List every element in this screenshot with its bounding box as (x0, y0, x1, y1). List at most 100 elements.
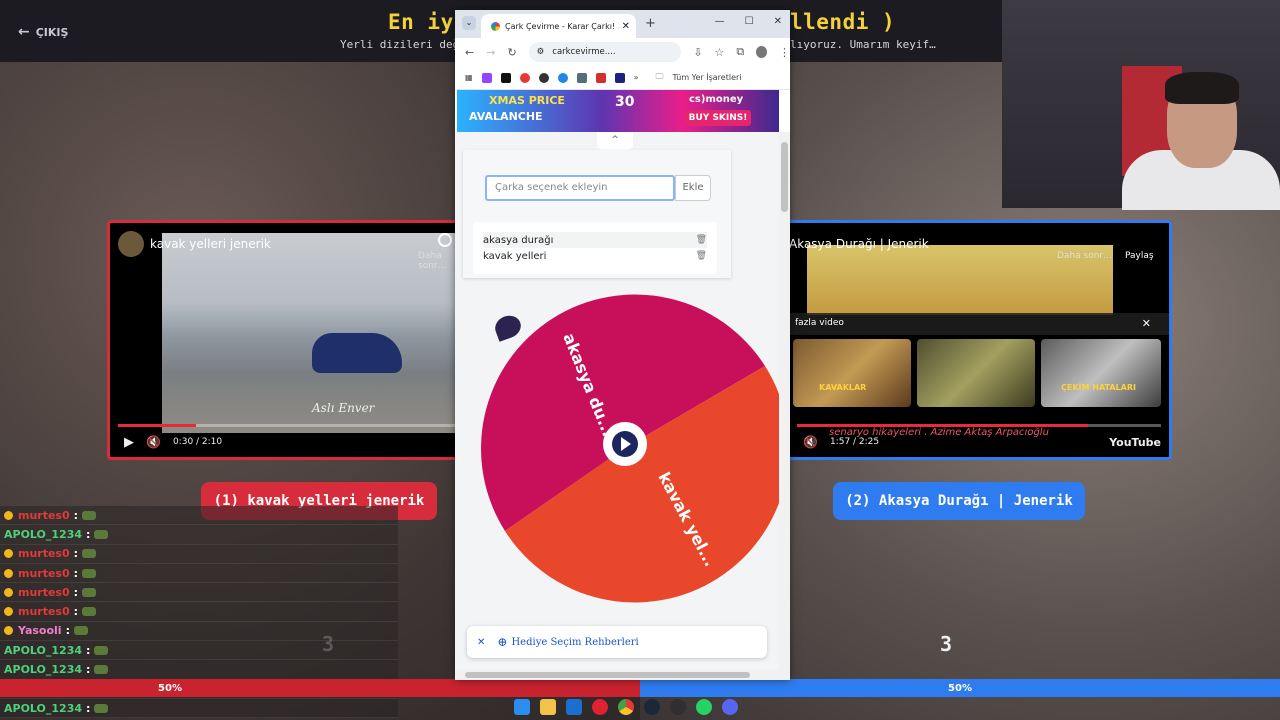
gift-guide-label[interactable]: Hediye Seçim Rehberleri (511, 637, 638, 648)
minimize-icon[interactable]: — (715, 16, 725, 27)
chat-badge-icon (4, 549, 13, 559)
steam-icon[interactable] (644, 699, 660, 715)
collapse-icon[interactable]: ^ (597, 132, 633, 150)
chrome-icon[interactable] (618, 699, 634, 715)
list-item[interactable]: kavak yelleri 🗑 (483, 248, 707, 264)
windows-start-icon[interactable] (514, 699, 530, 715)
right-video-player[interactable]: Akasya Durağı | Jenerik Daha sonr… Payla… (786, 220, 1172, 460)
discord-icon[interactable] (722, 699, 738, 715)
option-label: kavak yelleri (483, 250, 547, 262)
list-item[interactable]: akasya durağı 🗑 (483, 232, 707, 248)
exit-button[interactable]: ← ÇIKIŞ (18, 24, 68, 40)
whatsapp-icon[interactable] (696, 699, 712, 715)
close-window-icon[interactable]: ✕ (774, 16, 782, 27)
ad-cta-button[interactable]: BUY SKINS! (685, 110, 751, 126)
mute-icon[interactable]: 🔇 (146, 435, 161, 449)
bookmark-icon-7[interactable] (595, 72, 606, 83)
mute-icon[interactable]: 🔇 (803, 435, 818, 449)
bookmark-icon-6[interactable] (576, 72, 587, 83)
back-icon[interactable]: ← (465, 46, 474, 59)
close-icon[interactable]: ✕ (477, 637, 485, 648)
emote-icon (82, 587, 97, 597)
left-video-player[interactable]: Aslı Enver kavak yelleri jenerik Daha so… (107, 220, 467, 460)
share-label[interactable]: Paylaş (1125, 251, 1154, 261)
clock-icon[interactable] (438, 233, 452, 247)
emote-icon (82, 568, 97, 578)
extensions-icon[interactable]: ⧉ (736, 45, 744, 59)
wheel-option-input[interactable]: Çarka seçenek ekleyin (485, 175, 675, 201)
site-info-icon[interactable]: ⚙ (537, 47, 545, 57)
choice-2-label[interactable]: (2) Akasya Durağı | Jenerik (833, 482, 1085, 520)
add-option-button[interactable]: Ekle (675, 175, 711, 201)
chat-separator: : (73, 566, 79, 580)
horizontal-scrollbar[interactable] (455, 670, 779, 680)
chat-username[interactable]: murtes0 (18, 547, 70, 560)
suggested-video-3[interactable]: ÇEKİM HATALARI (1041, 339, 1161, 407)
kick-bookmark-icon[interactable] (500, 72, 511, 83)
chat-row: APOLO_1234: (0, 641, 398, 661)
reload-icon[interactable]: ↻ (507, 46, 516, 59)
more-videos-bar: fazla video ✕ (789, 313, 1169, 335)
new-tab-icon[interactable]: + (645, 16, 656, 31)
obs-icon[interactable] (670, 699, 686, 715)
chat-username[interactable]: APOLO_1234 (4, 663, 82, 676)
chat-username[interactable]: murtes0 (18, 605, 70, 618)
left-video-frame: Aslı Enver (162, 233, 462, 433)
vertical-scrollbar[interactable] (779, 132, 790, 680)
address-bar[interactable]: ⚙ carkcevirme.... (528, 42, 682, 62)
opera-icon[interactable] (592, 699, 608, 715)
play-icon[interactable]: ▶ (124, 435, 134, 450)
chat-username[interactable]: murtes0 (18, 567, 70, 580)
gift-guide-bar[interactable]: ✕ ⊕ Hediye Seçim Rehberleri (467, 626, 767, 658)
bookmark-star-icon[interactable]: ☆ (715, 46, 725, 59)
menu-icon[interactable]: ⋮ (779, 46, 790, 59)
horizontal-scroll-thumb[interactable] (465, 672, 750, 678)
chat-username[interactable]: APOLO_1234 (4, 644, 82, 657)
chat-username[interactable]: murtes0 (18, 586, 70, 599)
spin-wheel[interactable]: akasya du... kavak yel... (465, 288, 779, 608)
twitch-bookmark-icon[interactable] (481, 72, 492, 83)
suggested-video-2[interactable] (917, 339, 1035, 407)
delete-icon[interactable]: 🗑 (696, 251, 707, 261)
tab-search-icon[interactable]: ⌄ (462, 16, 476, 30)
webcam-person-hair (1165, 72, 1239, 104)
file-explorer-icon[interactable] (540, 699, 556, 715)
close-tab-icon[interactable]: ✕ (622, 21, 630, 32)
back-arrow-icon: ← (18, 24, 30, 40)
youtube-logo[interactable]: YouTube (1109, 436, 1161, 449)
chat-row: murtes0: (0, 544, 398, 564)
more-videos-label: fazla video (795, 318, 844, 328)
close-icon[interactable]: ✕ (1142, 317, 1151, 330)
chat-row: murtes0: (0, 506, 398, 526)
channel-avatar[interactable] (118, 231, 144, 257)
chat-username[interactable]: murtes0 (18, 509, 70, 522)
outlook-icon[interactable] (566, 699, 582, 715)
url-text: carkcevirme.... (552, 47, 616, 57)
active-tab[interactable]: Çark Çevirme - Karar Çarkı! ✕ (481, 14, 636, 38)
forward-icon[interactable]: → (486, 46, 495, 59)
bookmark-icon-4[interactable] (538, 72, 549, 83)
chat-username[interactable]: APOLO_1234 (4, 702, 82, 715)
delete-icon[interactable]: 🗑 (696, 235, 707, 245)
profile-avatar[interactable] (756, 46, 767, 58)
chat-separator: : (65, 624, 70, 638)
watch-later-label-right[interactable]: Daha sonr… (1057, 251, 1112, 261)
more-bookmarks-icon[interactable]: » (634, 73, 639, 82)
suggested-video-1[interactable]: KAVAKLAR (793, 339, 911, 407)
install-icon[interactable]: ⇩ (693, 46, 702, 59)
left-video-title[interactable]: kavak yelleri jenerik (150, 237, 271, 251)
maps-bookmark-icon[interactable] (519, 72, 530, 83)
option-label: akasya durağı (483, 234, 554, 246)
apps-icon[interactable]: ▦ (465, 73, 473, 82)
vertical-scroll-thumb[interactable] (781, 142, 788, 212)
chat-username[interactable]: APOLO_1234 (4, 528, 82, 541)
bookmark-icon-8[interactable] (614, 72, 625, 83)
maximize-icon[interactable]: ☐ (745, 16, 754, 27)
plus-circle-icon: ⊕ (497, 635, 508, 649)
bookmark-icon-5[interactable] (557, 72, 568, 83)
all-bookmarks-label[interactable]: Tüm Yer İşaretleri (672, 73, 741, 82)
chat-username[interactable]: Yasooli (18, 624, 62, 637)
advertisement-banner[interactable]: XMAS PRICE AVALANCHE 30 cs)money BUY SKI… (457, 90, 779, 132)
ad-line-1: XMAS PRICE (489, 94, 565, 107)
right-video-title[interactable]: Akasya Durağı | Jenerik (789, 237, 929, 251)
